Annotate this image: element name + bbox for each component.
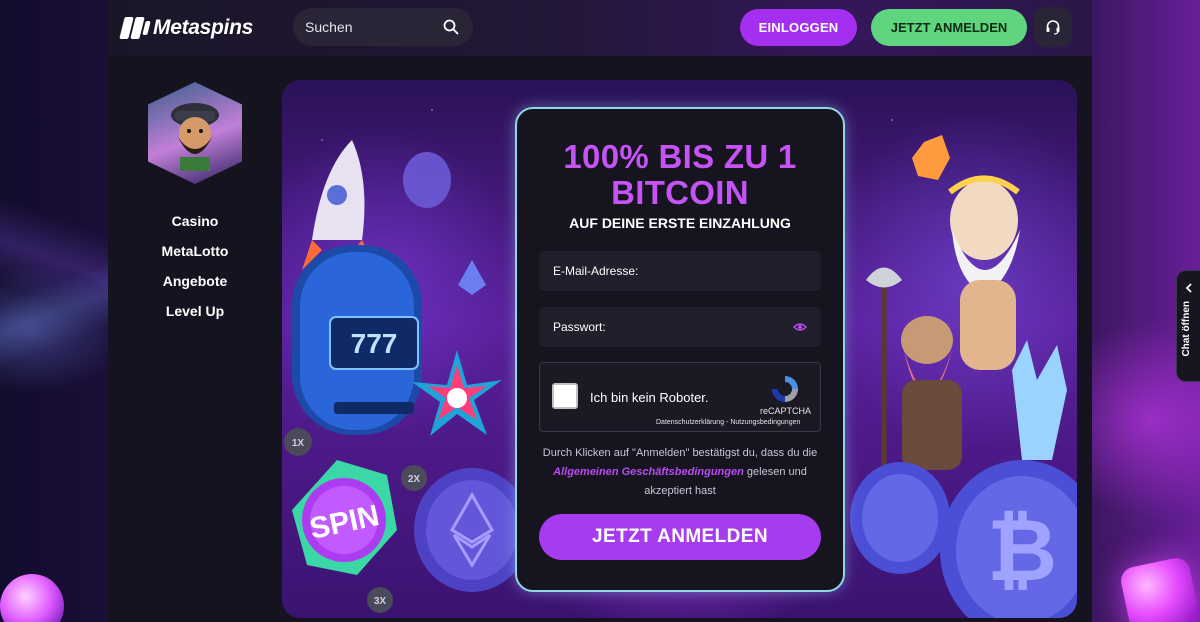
- recaptcha-widget: Ich bin kein Roboter. reCAPTCHA Datensch…: [539, 362, 821, 432]
- brand-logo-mark-icon: [119, 17, 151, 39]
- register-button[interactable]: JETZT ANMELDEN: [871, 9, 1027, 46]
- chevron-left-icon: [1185, 283, 1192, 293]
- slot-reels: 777: [351, 328, 398, 359]
- zeus-character-icon: [948, 175, 1020, 370]
- eye-icon[interactable]: [793, 322, 807, 332]
- recaptcha-logo-icon: [772, 376, 798, 402]
- search-placeholder: Suchen: [305, 19, 353, 35]
- promo-banner: 777 SPIN 1X 2X 3X ₿ 100% BIS ZU 1 BITCOI…: [282, 80, 1077, 618]
- multiplier-1x: 1X: [292, 438, 305, 449]
- backdrop-light-rays: [0, 60, 108, 460]
- top-header: Metaspins Suchen EINLOGGEN JETZT ANMELDE…: [108, 0, 1092, 56]
- recaptcha-brand: reCAPTCHA: [760, 406, 812, 416]
- signup-submit-button[interactable]: JETZT ANMELDEN: [539, 514, 821, 560]
- gem-star-icon: [412, 350, 502, 436]
- headset-icon: [1046, 20, 1060, 35]
- ethereum-coin-icon: [414, 468, 530, 592]
- support-button[interactable]: [1034, 7, 1072, 47]
- avatar-character-icon: [171, 103, 219, 171]
- login-button[interactable]: EINLOGGEN: [740, 9, 857, 46]
- viking-character-icon: [866, 267, 962, 480]
- sidebar-item-casino[interactable]: Casino: [108, 212, 282, 242]
- sidebar-item-angebote[interactable]: Angebote: [108, 272, 282, 302]
- chat-open-tab[interactable]: Chat öffnen: [1176, 270, 1200, 382]
- promo-subline: AUF DEINE ERSTE EINZAHLUNG: [569, 215, 791, 231]
- spin-badge-icon: SPIN: [292, 460, 397, 575]
- amber-gem-icon: [912, 135, 950, 180]
- password-field[interactable]: Passwort:: [539, 307, 821, 347]
- sidebar-item-level-up[interactable]: Level Up: [108, 302, 282, 332]
- promo-headline: 100% BIS ZU 1 BITCOIN: [517, 139, 843, 211]
- wolf-character-icon: [1012, 340, 1067, 460]
- brand-logo[interactable]: Metaspins: [119, 14, 253, 42]
- terms-link[interactable]: Allgemeinen Geschäftsbedingungen: [553, 466, 744, 478]
- terms-text: Durch Klicken auf "Anmelden" bestätigst …: [537, 444, 823, 501]
- terms-text-before: Durch Klicken auf "Anmelden" bestätigst …: [542, 447, 818, 459]
- search-input[interactable]: Suchen: [293, 8, 473, 46]
- headline-line1: 100% BIS ZU 1: [563, 138, 797, 175]
- sidebar-item-metalotto[interactable]: MetaLotto: [108, 242, 282, 272]
- chat-open-label: Chat öffnen: [1181, 301, 1192, 357]
- search-icon[interactable]: [443, 19, 459, 35]
- banner-art-right: ₿: [850, 135, 1077, 618]
- banner-art-left: 777 SPIN 1X 2X 3X: [284, 140, 530, 613]
- user-avatar[interactable]: [148, 82, 242, 184]
- ethereum-crystal-icon: [458, 260, 486, 295]
- slot-machine-icon: 777: [292, 245, 422, 435]
- recaptcha-label: Ich bin kein Roboter.: [590, 390, 709, 405]
- svg-text:₿: ₿: [987, 503, 1057, 599]
- bitcoin-coin-icon: ₿: [850, 460, 1077, 618]
- password-field-label: Passwort:: [553, 320, 606, 334]
- recaptcha-checkbox[interactable]: [552, 383, 578, 409]
- headline-line2: BITCOIN: [611, 174, 749, 211]
- recaptcha-links[interactable]: Datenschutzerklärung - Nutzungsbedingung…: [656, 419, 800, 426]
- email-field[interactable]: E-Mail-Adresse:: [539, 251, 821, 291]
- sidebar: Casino MetaLotto Angebote Level Up: [108, 56, 282, 622]
- multiplier-2x: 2X: [408, 474, 421, 485]
- signup-card: 100% BIS ZU 1 BITCOIN AUF DEINE ERSTE EI…: [515, 107, 845, 592]
- email-field-label: E-Mail-Adresse:: [553, 264, 639, 278]
- app-frame: Metaspins Suchen EINLOGGEN JETZT ANMELDE…: [108, 0, 1092, 622]
- multiplier-3x: 3X: [374, 596, 387, 607]
- sidebar-nav: Casino MetaLotto Angebote Level Up: [108, 212, 282, 332]
- brand-name: Metaspins: [153, 16, 253, 39]
